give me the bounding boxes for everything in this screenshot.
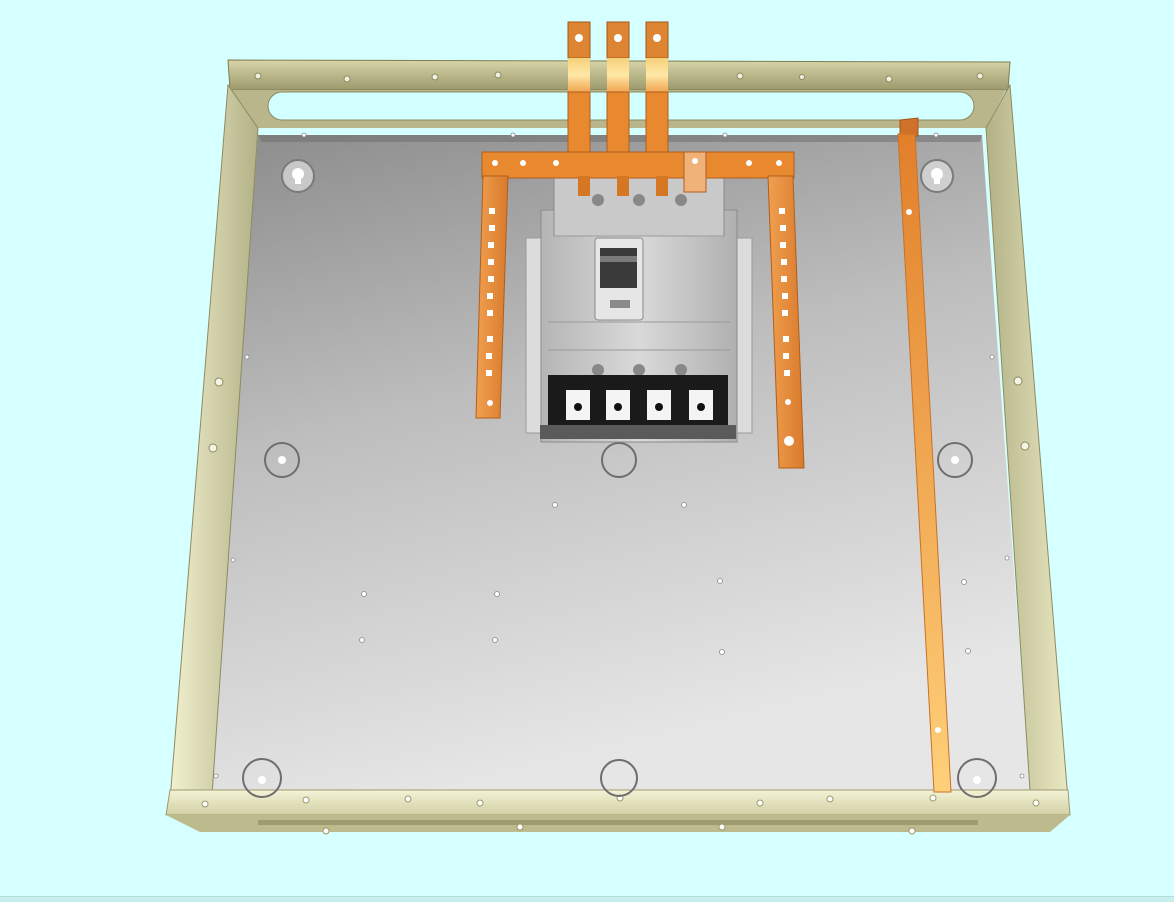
frame-bottom-groove <box>258 820 978 825</box>
enclosure-drawing <box>165 21 1071 835</box>
circuit-breaker <box>525 175 753 443</box>
breaker-output-terminals <box>540 375 736 439</box>
breaker-handle <box>600 248 637 288</box>
frame-bottom-rail <box>165 789 1071 816</box>
window-bottom-edge <box>0 896 1174 902</box>
